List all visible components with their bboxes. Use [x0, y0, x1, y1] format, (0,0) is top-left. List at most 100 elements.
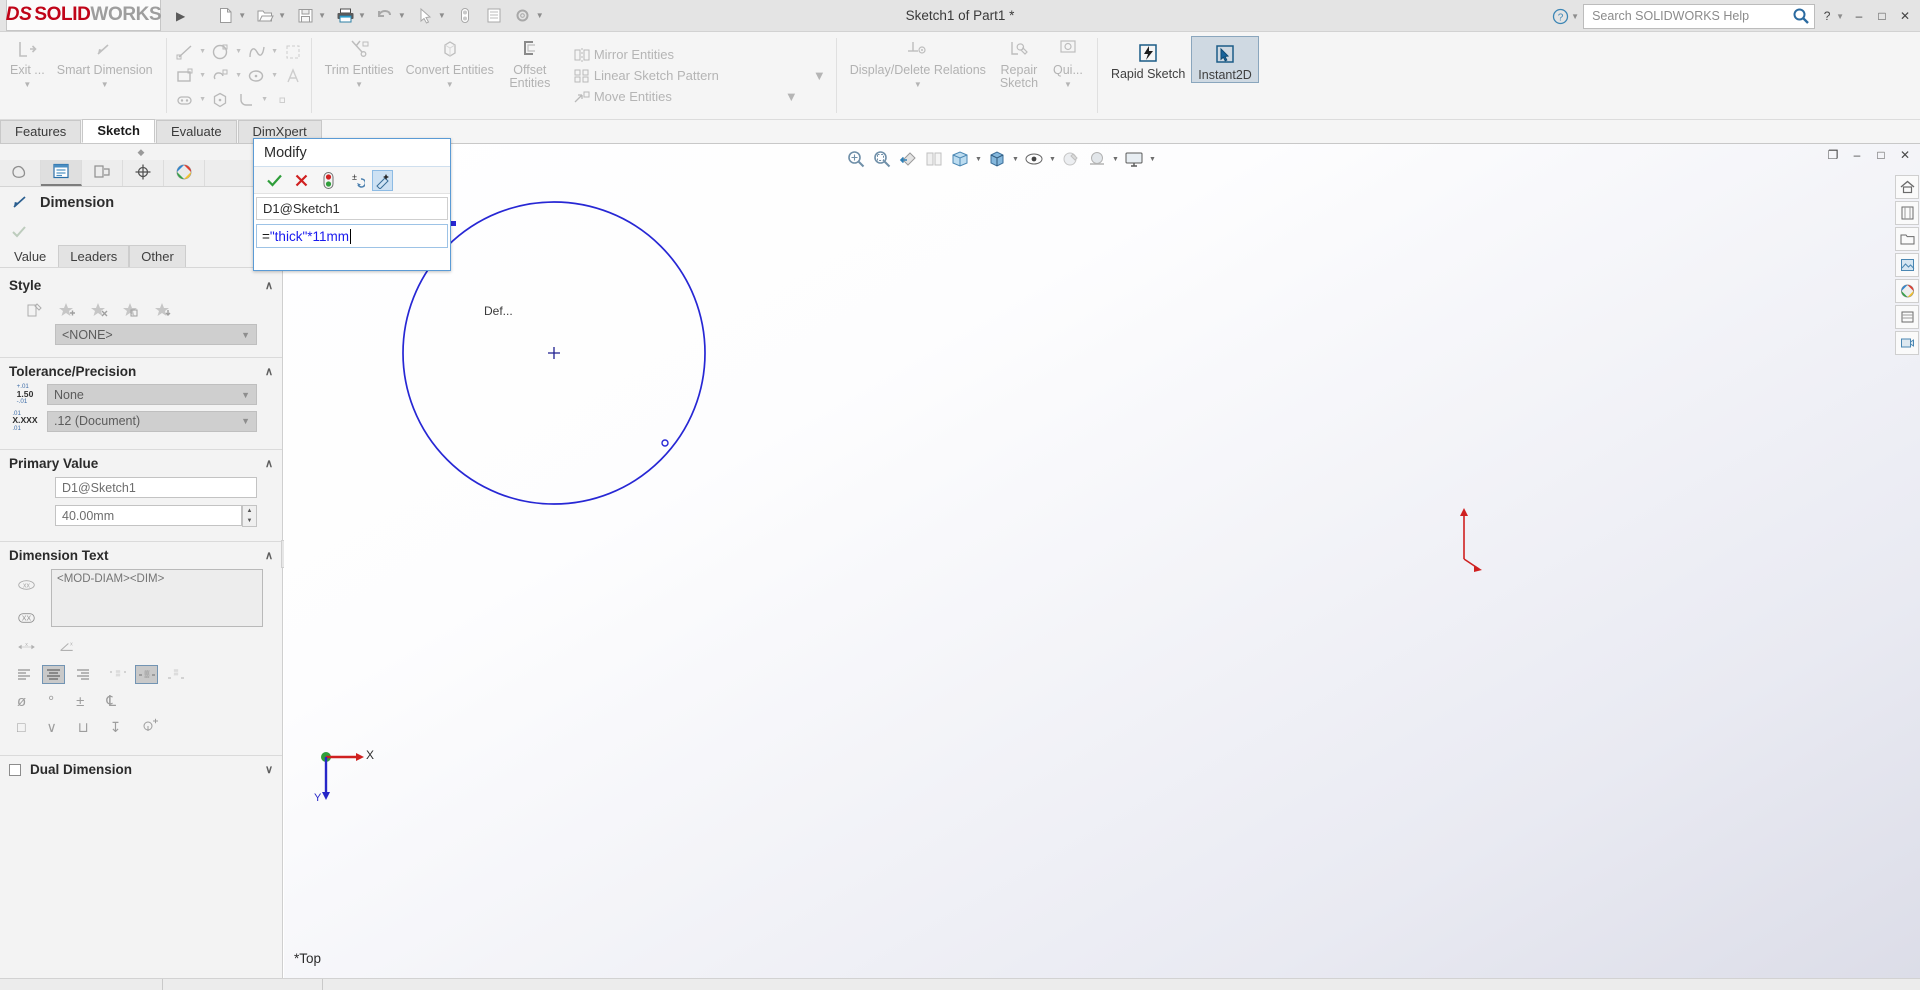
mark-for-drawing-button[interactable] [372, 169, 393, 191]
gear-caret[interactable]: ▼ [536, 11, 544, 20]
open-document-caret[interactable]: ▼ [278, 11, 286, 20]
reverse-direction-button[interactable]: ± [345, 170, 366, 191]
appearances-icon[interactable] [1895, 201, 1919, 225]
tab-other[interactable]: Other [129, 245, 186, 267]
exit-sketch-button[interactable]: Exit ... ▼ [4, 32, 51, 119]
ellipse-caret[interactable]: ▼ [270, 72, 280, 79]
save-document-icon[interactable] [292, 4, 318, 28]
counterbore-symbol-button[interactable]: ⊔ [78, 719, 89, 736]
rebuild-icon[interactable] [452, 4, 478, 28]
line-tool[interactable]: ▼ [172, 41, 208, 63]
lights-icon[interactable] [1895, 305, 1919, 329]
gear-icon[interactable] [510, 4, 536, 28]
dual-dimension-collapse-chevron[interactable]: ∨ [265, 763, 273, 776]
help-caret[interactable]: ▼ [1571, 12, 1579, 21]
display-delete-relations-dropdown[interactable]: ▼ [914, 80, 922, 89]
arc-tool[interactable]: ▼ [234, 89, 270, 111]
spline-caret[interactable]: ▼ [270, 48, 280, 55]
open-folder-icon[interactable] [1895, 227, 1919, 251]
load-style-icon[interactable] [153, 300, 172, 319]
rapid-sketch-button[interactable]: Rapid Sketch [1105, 36, 1191, 81]
align-center-button[interactable] [42, 665, 65, 684]
close-button[interactable]: ✕ [1894, 3, 1916, 29]
open-document-icon[interactable] [252, 4, 278, 28]
cameras-icon[interactable] [1895, 331, 1919, 355]
help-question-caret[interactable]: ▼ [1836, 12, 1844, 21]
dimxpert-manager-tab[interactable] [123, 160, 164, 186]
search-icon[interactable] [1788, 5, 1814, 28]
slot-straight-caret[interactable]: ▼ [198, 96, 208, 103]
trim-entities-button[interactable]: Trim Entities ▼ [319, 32, 400, 119]
dual-dimension-checkbox[interactable] [9, 763, 21, 776]
arc-caret[interactable]: ▼ [260, 96, 270, 103]
help-circle-icon[interactable]: ? [1547, 3, 1573, 29]
circle-caret[interactable]: ▼ [234, 48, 244, 55]
circle-tool[interactable]: ▼ [208, 41, 244, 63]
solidworks-logo[interactable]: DS SOLIDWORKS [6, 0, 162, 31]
precision-chevron[interactable]: ▼ [241, 416, 250, 426]
dimension-text-collapse-chevron[interactable]: ∧ [265, 549, 273, 562]
modify-dimension-name-field[interactable]: D1@Sketch1 [256, 197, 448, 220]
smart-dimension-button[interactable]: Smart Dimension ▼ [51, 32, 159, 119]
align-right-button[interactable] [71, 665, 94, 684]
text-tool[interactable] [280, 65, 306, 87]
style-combo-chevron[interactable]: ▼ [241, 330, 250, 340]
property-manager-tab[interactable] [41, 160, 82, 186]
tab-value[interactable]: Value [2, 245, 59, 267]
rectangle-tool[interactable]: ▼ [172, 65, 208, 87]
more-symbols-icon[interactable]: XX [17, 608, 36, 627]
slot-tool[interactable]: ▼ [208, 65, 244, 87]
print-document-caret[interactable]: ▼ [358, 11, 366, 20]
scenes-icon[interactable] [1895, 279, 1919, 303]
display-manager-tab[interactable] [164, 160, 205, 186]
ellipse-tool[interactable]: ▼ [244, 65, 280, 87]
style-combo[interactable]: <NONE> ▼ [55, 324, 257, 345]
minimize-button[interactable]: – [1848, 3, 1870, 29]
style-collapse-chevron[interactable]: ∧ [265, 279, 273, 292]
dimension-value-stepper[interactable]: ▲ ▼ [242, 505, 257, 527]
convert-entities-dropdown[interactable]: ▼ [446, 80, 454, 89]
degree-symbol-button[interactable]: ° [48, 693, 54, 710]
select-cursor-icon[interactable] [412, 4, 438, 28]
depth-symbol-button[interactable]: ↧ [110, 719, 122, 736]
slot-caret[interactable]: ▼ [234, 72, 244, 79]
select-caret[interactable]: ▼ [438, 11, 446, 20]
new-document-icon[interactable] [212, 4, 238, 28]
modify-value-input[interactable]: = "thick"*11mm [256, 224, 448, 248]
sketch-box-tool[interactable] [280, 41, 306, 63]
square-symbol-button[interactable]: □ [17, 719, 25, 735]
centerline-symbol-button[interactable]: ℄ [106, 692, 116, 710]
add-style-icon[interactable] [57, 300, 76, 319]
modify-dialog[interactable]: Modify ± D1@Sketch1 = "thick"*11mm [253, 138, 451, 271]
tolerance-collapse-chevron[interactable]: ∧ [265, 365, 273, 378]
stepper-down[interactable]: ▼ [243, 516, 256, 526]
instant2d-button[interactable]: Instant2D [1191, 36, 1259, 83]
countersink-symbol-button[interactable]: ∨ [46, 719, 56, 736]
dim-slant-icon[interactable]: x [58, 637, 77, 656]
move-entities-caret[interactable]: ▼ [785, 89, 798, 104]
repair-sketch-button[interactable]: Repair Sketch [992, 32, 1046, 119]
cancel-button[interactable] [291, 170, 312, 191]
exit-sketch-dropdown[interactable]: ▼ [23, 80, 31, 89]
tolerance-type-chevron[interactable]: ▼ [241, 390, 250, 400]
add-symbol-icon[interactable]: xx [17, 575, 36, 594]
dimension-text-textarea[interactable]: <MOD-DIAM><DIM> [51, 569, 263, 627]
undo-caret[interactable]: ▼ [398, 11, 406, 20]
circle-center-point[interactable] [548, 347, 560, 359]
menu-expand-arrow[interactable]: ▶ [171, 7, 190, 25]
tolerance-type-combo[interactable]: None ▼ [47, 384, 257, 406]
maximize-button[interactable]: □ [1871, 3, 1893, 29]
accept-button[interactable] [264, 170, 285, 191]
save-document-caret[interactable]: ▼ [318, 11, 326, 20]
quick-snaps-dropdown[interactable]: ▼ [1064, 80, 1072, 89]
smart-dimension-dropdown[interactable]: ▼ [101, 80, 109, 89]
rectangle-caret[interactable]: ▼ [198, 72, 208, 79]
search-help-input[interactable]: Search SOLIDWORKS Help [1583, 3, 1816, 29]
dimension-name-input[interactable]: D1@Sketch1 [55, 477, 257, 498]
circle-handle-edge[interactable] [661, 439, 669, 447]
text-above-button[interactable]: ▒ [106, 665, 129, 684]
quick-snaps-button[interactable]: Qui... ▼ [1046, 32, 1090, 119]
align-left-button[interactable] [13, 665, 36, 684]
text-below-button[interactable]: ▒ [164, 665, 187, 684]
dimension-value-input[interactable]: 40.00mm [55, 505, 242, 526]
